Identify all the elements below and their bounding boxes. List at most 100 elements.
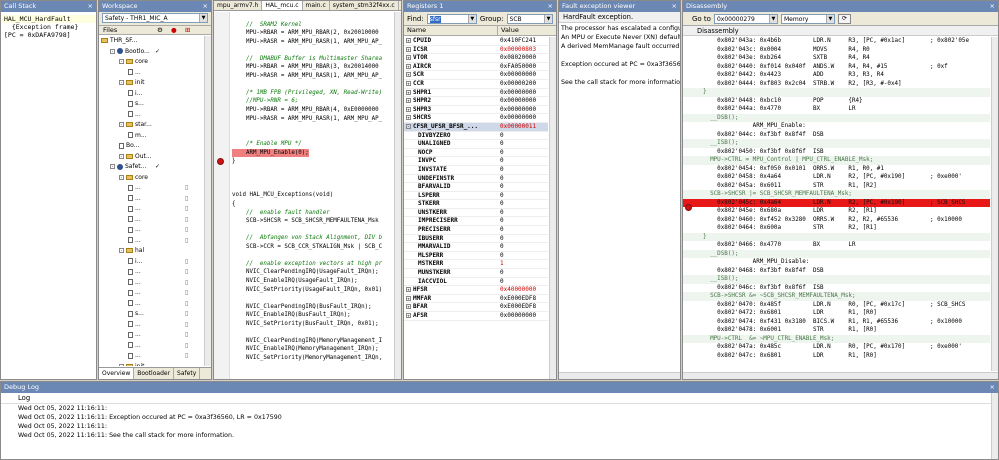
chevron-down-icon[interactable]: ▼	[544, 14, 552, 23]
register-row[interactable]: + AFSR 0x00000000	[404, 312, 548, 321]
register-row[interactable]: MUNSTKERR 0	[404, 269, 548, 278]
file-tree-item[interactable]: s...	[99, 99, 203, 110]
disassembly-line[interactable]: 0x802'0470: 0x485f LDR.N R0, [PC, #0x17c…	[683, 301, 990, 310]
file-tree-item[interactable]: - init	[99, 78, 203, 89]
editor-scrollbar[interactable]	[394, 12, 401, 379]
refresh-icon[interactable]: ⟳	[837, 13, 851, 24]
file-tree-item[interactable]: - Safet... ✓	[99, 162, 203, 173]
expand-toggle-icon[interactable]: +	[406, 295, 411, 301]
expand-toggle-icon[interactable]: -	[406, 123, 411, 129]
register-value[interactable]: 0x00000000	[498, 89, 548, 97]
log-scrollbar[interactable]	[991, 393, 998, 459]
chevron-down-icon[interactable]: ▼	[467, 14, 476, 23]
expand-toggle-icon[interactable]: -	[119, 153, 124, 159]
file-tree-item[interactable]: ... ▯	[99, 183, 203, 194]
file-tree-item[interactable]: ... ▯	[99, 341, 203, 352]
editor-gutter[interactable]	[214, 12, 230, 379]
expand-toggle-icon[interactable]: +	[406, 55, 411, 61]
file-tree-item[interactable]: ...	[99, 110, 203, 121]
close-icon[interactable]: ×	[203, 1, 208, 12]
register-value[interactable]: 0x00000000	[498, 97, 548, 105]
disassembly-line[interactable]: 0x802'0448: 0xbc10 POP {R4}	[683, 97, 990, 106]
file-tree-item[interactable]: - hal	[99, 246, 203, 257]
call-stack-frame[interactable]: {Exception frame}	[1, 23, 96, 31]
disassembly-line[interactable]: 0x802'045c: 0x4a64 LDR.N R2, [PC, #0x190…	[683, 198, 990, 207]
register-row[interactable]: NOCP 0	[404, 149, 548, 158]
expand-toggle-icon[interactable]: +	[406, 313, 411, 318]
register-value[interactable]: 0	[498, 217, 548, 225]
register-value[interactable]: 0	[498, 166, 548, 174]
file-tree-item[interactable]: ... ▯	[99, 320, 203, 331]
file-tree-item[interactable]: - core	[99, 173, 203, 184]
file-tree-item[interactable]: - core	[99, 57, 203, 68]
disassembly-line[interactable]: 0x802'043a: 0x4b6b LDR.N R3, [PC, #0x1ac…	[683, 37, 990, 46]
register-row[interactable]: + ICSR 0x00000803	[404, 46, 548, 55]
file-tree-item[interactable]: ... ▯	[99, 330, 203, 341]
register-row[interactable]: IMPRECISERR 0	[404, 217, 548, 227]
register-value[interactable]: 0x08020000	[498, 54, 548, 62]
register-row[interactable]: + SCR 0x00000000	[404, 71, 548, 80]
register-row[interactable]: + HFSR 0x40000000	[404, 286, 548, 295]
register-value[interactable]: 0	[498, 226, 548, 234]
disassembly-line[interactable]: 0x802'047c: 0x6801 LDR R1, [R0]	[683, 352, 990, 361]
registers-scrollbar[interactable]	[549, 37, 556, 379]
breakpoint-icon[interactable]: ⊞	[185, 26, 190, 35]
disassembly-line[interactable]: 0x802'0450: 0xf3bf 0x8f6f ISB	[683, 148, 990, 157]
disassembly-line[interactable]: SCB->SHCSR &= ~SCB_SHCSR_MEMFAULTENA_Msk…	[683, 292, 990, 301]
register-row[interactable]: BFARVALID 0	[404, 183, 548, 192]
call-stack-frame[interactable]: [PC = 0xDAFA9798]	[1, 31, 96, 39]
expand-toggle-icon[interactable]: -	[119, 174, 124, 180]
register-row[interactable]: IBUSERR 0	[404, 235, 548, 244]
file-tree-item[interactable]: ... ▯	[99, 215, 203, 226]
disassembly-line[interactable]: 0x802'0440: 0xf014 0x040f ANDS.W R4, R4,…	[683, 63, 990, 72]
register-value[interactable]: 0	[498, 157, 548, 165]
disassembly-line[interactable]: 0x802'046c: 0xf3bf 0x8f6f ISB	[683, 284, 990, 293]
workspace-tab-overview[interactable]: Overview	[99, 368, 135, 379]
register-row[interactable]: + MMFAR 0xE000EDF8	[404, 295, 548, 304]
breakpoint-icon[interactable]	[217, 158, 224, 165]
register-row[interactable]: + CPUID 0x410FC241	[404, 37, 548, 46]
register-value[interactable]: 0x00000000	[498, 114, 548, 122]
file-tree-item[interactable]: ... ▯	[99, 351, 203, 362]
register-row[interactable]: DIVBYZERO 0	[404, 132, 548, 141]
file-tree-item[interactable]: ... ▯	[99, 204, 203, 215]
register-row[interactable]: IACCVIOL 0	[404, 278, 548, 287]
disassembly-line[interactable]: 0x802'0454: 0xf050 0x0101 ORRS.W R1, R0,…	[683, 165, 990, 174]
register-value[interactable]: 0	[498, 252, 548, 260]
register-row[interactable]: MMARVALID 0	[404, 243, 548, 252]
disassembly-line[interactable]: 0x802'0478: 0x6001 STR R1, [R0]	[683, 326, 990, 335]
disassembly-line[interactable]: SCB->SHCSR |= SCB_SHCSR_MEMFAULTENA_Msk;	[683, 190, 990, 199]
close-icon[interactable]: ×	[548, 1, 553, 12]
expand-toggle-icon[interactable]: +	[406, 287, 411, 293]
fault-scrollbar[interactable]	[559, 372, 680, 379]
close-icon[interactable]: ×	[990, 1, 995, 12]
disassembly-line[interactable]: 0x802'0460: 0xf452 0x3280 ORRS.W R2, R2,…	[683, 216, 990, 225]
disassembly-listing[interactable]: 0x802'043a: 0x4b6b LDR.N R3, [PC, #0x1ac…	[683, 37, 990, 371]
register-row[interactable]: UNDEFINSTR 0	[404, 175, 548, 184]
group-select[interactable]: SCB ▼	[506, 13, 553, 24]
expand-toggle-icon[interactable]: +	[406, 304, 411, 310]
file-tree-item[interactable]: m...	[99, 131, 203, 142]
disassembly-line[interactable]: __ISB();	[683, 139, 990, 148]
disassembly-line[interactable]: MPU->CTRL &= ~MPU_CTRL_ENABLE_Msk;	[683, 334, 990, 343]
register-value[interactable]: 0	[498, 243, 548, 251]
find-input[interactable]: sfsr ▼	[426, 13, 477, 24]
register-value[interactable]: 0	[498, 175, 548, 183]
register-value[interactable]: 0x00000000	[498, 71, 548, 79]
chevron-down-icon[interactable]: ▼	[825, 14, 834, 23]
file-tree-item[interactable]: - Bootlo... ✓	[99, 47, 203, 58]
disassembly-line[interactable]: ARM_MPU_Enable:	[683, 122, 990, 131]
expand-toggle-icon[interactable]: -	[119, 363, 124, 366]
disassembly-scrollbar-h[interactable]	[683, 372, 998, 379]
register-value[interactable]: 0x00000000	[498, 106, 548, 114]
file-tree-item[interactable]: ... ▯	[99, 225, 203, 236]
file-tree-item[interactable]: ... ▯	[99, 267, 203, 278]
file-tree[interactable]: THR_SF... - Bootlo... ✓ - core... - init i... s..…	[99, 36, 203, 366]
disassembly-line[interactable]: 0x802'0442: 0x4423 ADD R3, R3, R4	[683, 71, 990, 80]
disassembly-line[interactable]: 0x802'043c: 0x0004 MOVS R4, R0	[683, 46, 990, 55]
disassembly-line[interactable]: __DSB();	[683, 113, 990, 122]
disassembly-line[interactable]: 0x802'047a: 0x485c LDR.N R0, [PC, #0x170…	[683, 343, 990, 352]
register-row[interactable]: INVPC 0	[404, 157, 548, 166]
register-row[interactable]: + SHCRS 0x00000000	[404, 114, 548, 123]
gear-icon[interactable]: ⚙	[157, 26, 163, 35]
